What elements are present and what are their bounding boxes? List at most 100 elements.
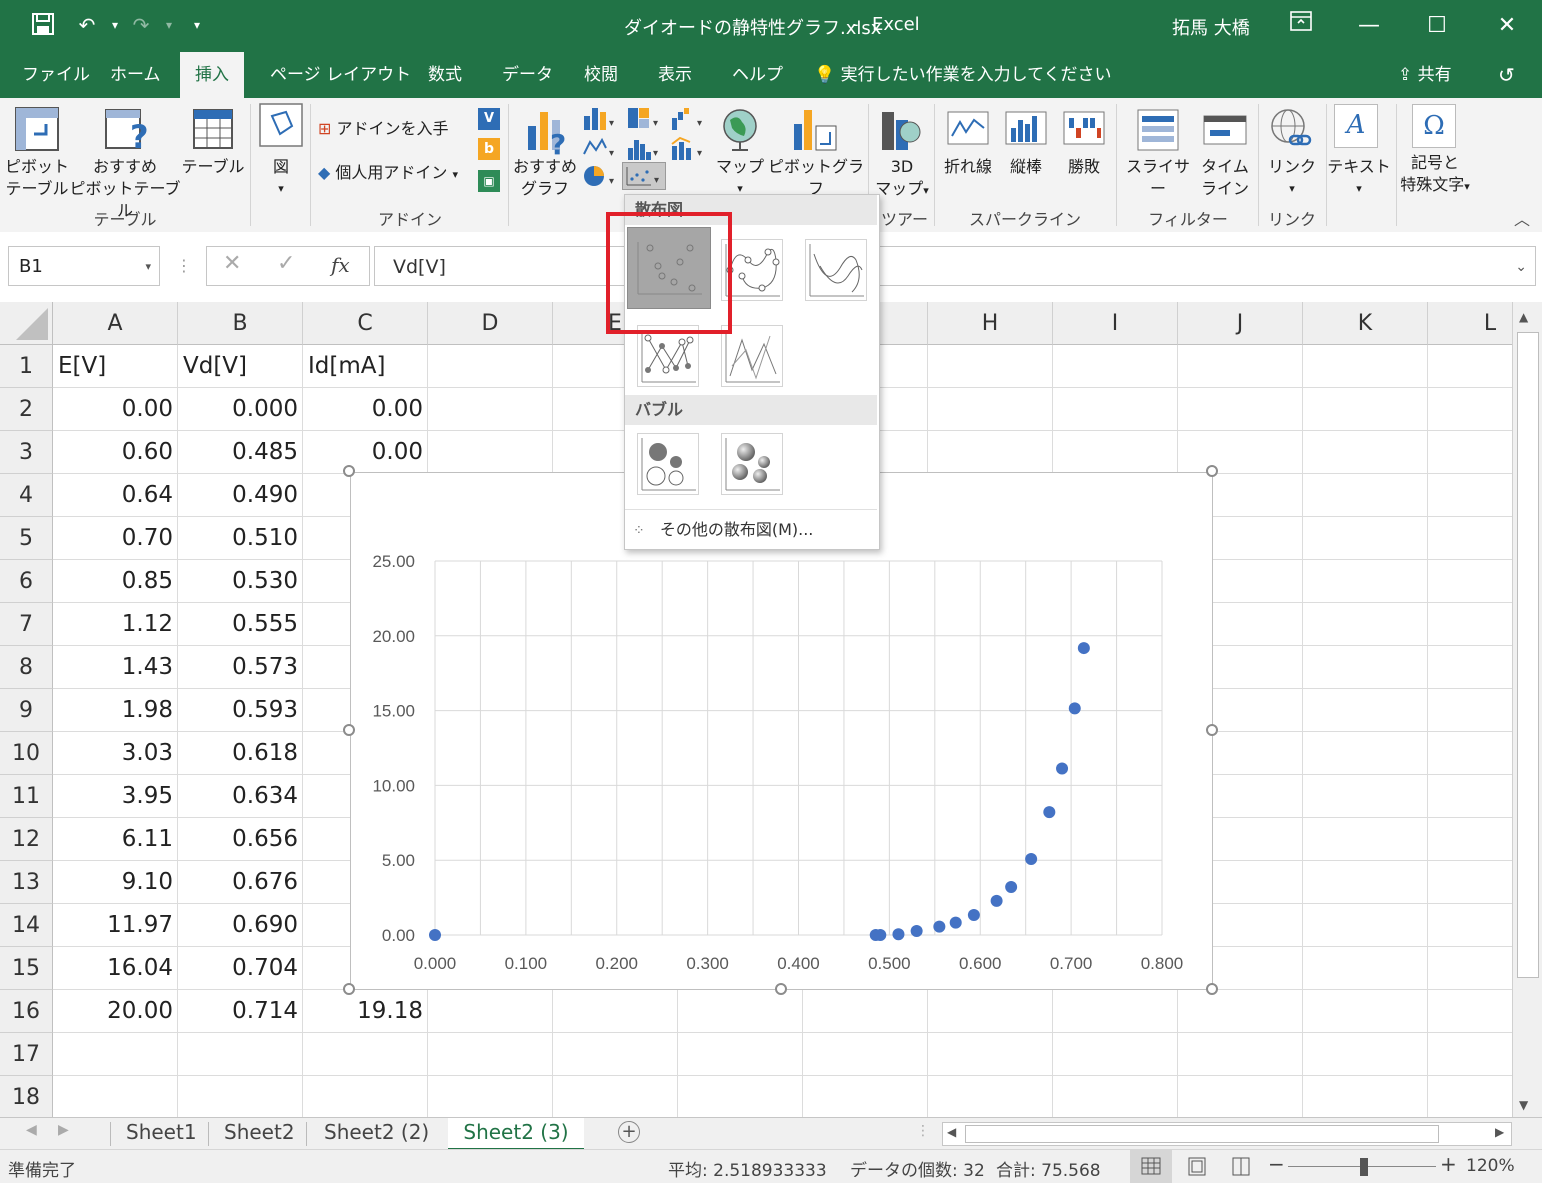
row-header[interactable]: 3	[0, 431, 53, 474]
get-addins-button[interactable]: ⊞ アドインを入手	[318, 118, 468, 140]
zoom-slider-thumb[interactable]	[1360, 1158, 1368, 1176]
cell[interactable]: 0.490	[178, 474, 303, 517]
cell[interactable]: 1.12	[53, 603, 178, 646]
horizontal-scroll-thumb[interactable]	[965, 1125, 1439, 1143]
column-header[interactable]: L	[1428, 302, 1512, 345]
row-header[interactable]: 12	[0, 818, 53, 861]
row-header[interactable]: 11	[0, 775, 53, 818]
scroll-up-icon[interactable]: ▲	[1519, 310, 1528, 324]
row-header[interactable]: 8	[0, 646, 53, 689]
pivot-table-button[interactable]: ピボット テーブル	[4, 156, 70, 200]
scatter-smooth-lines-option[interactable]	[805, 239, 867, 301]
cell[interactable]: 3.03	[53, 732, 178, 775]
row-header[interactable]: 7	[0, 603, 53, 646]
redo-dropdown-icon[interactable]: ▾	[156, 12, 182, 38]
cell[interactable]: 0.555	[178, 603, 303, 646]
prev-sheet-icon[interactable]: ◀	[26, 1122, 37, 1138]
waterfall-chart-icon[interactable]: ▾	[670, 106, 706, 134]
sparkline-winloss-button[interactable]: 勝敗	[1056, 156, 1112, 178]
chevron-down-icon[interactable]: ▾	[145, 247, 151, 287]
chart-resize-handle[interactable]	[343, 983, 355, 995]
undo-dropdown-icon[interactable]: ▾	[102, 12, 128, 38]
cell[interactable]: 3.95	[53, 775, 178, 818]
chart-resize-handle[interactable]	[1206, 724, 1218, 736]
cell[interactable]: 1.98	[53, 689, 178, 732]
row-header[interactable]: 5	[0, 517, 53, 560]
chart-resize-handle[interactable]	[1206, 465, 1218, 477]
scatter-straight-markers-option[interactable]	[637, 325, 699, 387]
map3d-button[interactable]: 3D マップ▾	[872, 156, 932, 202]
combo-chart-icon[interactable]: ▾	[670, 136, 706, 164]
name-box[interactable]: B1 ▾	[8, 246, 160, 286]
undo-icon[interactable]: ↶	[74, 12, 100, 38]
page-break-view-icon[interactable]	[1224, 1150, 1258, 1183]
row-header[interactable]: 15	[0, 947, 53, 990]
next-sheet-icon[interactable]: ▶	[58, 1122, 69, 1138]
people-graph-icon[interactable]: ▣	[478, 170, 500, 192]
tab-insert[interactable]: 挿入	[180, 52, 244, 98]
page-layout-view-icon[interactable]	[1180, 1150, 1214, 1183]
select-all-corner[interactable]	[0, 302, 53, 345]
cell[interactable]: 11.97	[53, 904, 178, 947]
sheet-tab-1[interactable]: Sheet1	[114, 1118, 209, 1148]
cell[interactable]: 0.573	[178, 646, 303, 689]
close-icon[interactable]: ✕	[1482, 8, 1532, 44]
enter-icon[interactable]: ✓	[277, 251, 295, 276]
row-header[interactable]: 16	[0, 990, 53, 1033]
cell[interactable]: 6.11	[53, 818, 178, 861]
minimize-icon[interactable]: —	[1344, 8, 1394, 44]
tab-review[interactable]: 校閲	[570, 52, 632, 98]
vertical-scrollbar[interactable]: ▲ ▼	[1512, 302, 1542, 1117]
slicer-button[interactable]: スライサー	[1120, 156, 1196, 200]
sparkline-column-button[interactable]: 縦棒	[998, 156, 1054, 178]
history-icon[interactable]: ↺	[1484, 52, 1529, 98]
scroll-right-icon[interactable]: ▶	[1495, 1125, 1504, 1139]
chart-resize-handle[interactable]	[343, 724, 355, 736]
header-cell[interactable]: E[V]	[53, 345, 178, 388]
cancel-icon[interactable]: ✕	[223, 251, 241, 276]
scatter-straight-lines-option[interactable]	[721, 325, 783, 387]
pie-chart-icon[interactable]: ▾	[582, 164, 618, 192]
chart-resize-handle[interactable]	[1206, 983, 1218, 995]
table-button[interactable]: テーブル	[180, 156, 246, 178]
link-button[interactable]: リンク ▾	[1262, 156, 1322, 200]
customize-qat-icon[interactable]: ▾	[184, 12, 210, 38]
cell[interactable]: 0.64	[53, 474, 178, 517]
tab-page-layout[interactable]: ページ レイアウト	[256, 52, 425, 98]
zoom-out-icon[interactable]: −	[1268, 1152, 1285, 1176]
cell[interactable]: 0.530	[178, 560, 303, 603]
column-header[interactable]: K	[1303, 302, 1428, 345]
cell[interactable]: 0.690	[178, 904, 303, 947]
zoom-level[interactable]: 120%	[1466, 1156, 1515, 1176]
bing-icon[interactable]: b	[478, 138, 500, 160]
chart-resize-handle[interactable]	[343, 465, 355, 477]
ribbon-display-options-icon[interactable]	[1276, 8, 1326, 44]
text-button[interactable]: テキスト ▾	[1326, 156, 1392, 200]
share-button[interactable]: ⇪ 共有	[1384, 52, 1466, 98]
timeline-button[interactable]: タイム ライン	[1196, 156, 1254, 200]
column-header[interactable]: C	[303, 302, 428, 345]
my-addins-button[interactable]: ◆ 個人用アドイン ▾	[318, 162, 478, 186]
horizontal-scrollbar[interactable]: ◀ ▶	[942, 1122, 1512, 1146]
cell[interactable]: 0.714	[178, 990, 303, 1033]
row-header[interactable]: 10	[0, 732, 53, 775]
vertical-scroll-thumb[interactable]	[1517, 332, 1539, 978]
row-header[interactable]: 18	[0, 1076, 53, 1117]
expand-formula-icon[interactable]: ⌄	[1515, 247, 1527, 287]
tab-data[interactable]: データ	[488, 52, 567, 98]
tab-home[interactable]: ホーム	[96, 52, 175, 98]
cell[interactable]: 0.485	[178, 431, 303, 474]
cell[interactable]: 0.00	[53, 388, 178, 431]
cell[interactable]: 19.18	[303, 990, 428, 1033]
redo-icon[interactable]: ↷	[128, 12, 154, 38]
cell[interactable]: 0.676	[178, 861, 303, 904]
column-header[interactable]: B	[178, 302, 303, 345]
bubble-3d-option[interactable]	[721, 433, 783, 495]
row-header[interactable]: 17	[0, 1033, 53, 1076]
cell[interactable]: 0.00	[303, 388, 428, 431]
normal-view-icon[interactable]	[1130, 1150, 1172, 1183]
cell[interactable]: 0.510	[178, 517, 303, 560]
sparkline-line-button[interactable]: 折れ線	[938, 156, 998, 178]
cell[interactable]: 0.704	[178, 947, 303, 990]
zoom-in-icon[interactable]: +	[1440, 1152, 1457, 1176]
